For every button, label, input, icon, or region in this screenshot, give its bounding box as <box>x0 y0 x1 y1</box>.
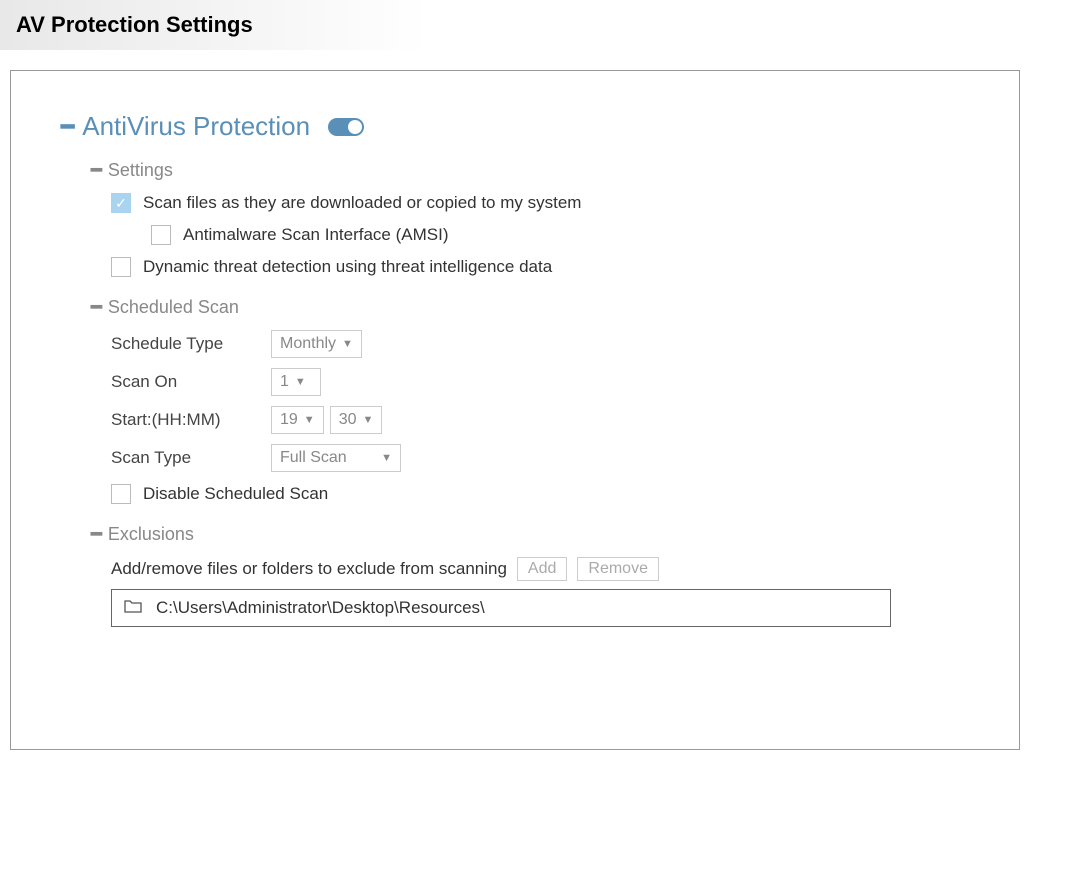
schedule-type-select[interactable]: Monthly ▼ <box>271 330 362 358</box>
settings-panel: ━ AntiVirus Protection ━ Settings ✓ Scan… <box>10 70 1020 750</box>
antivirus-protection-header[interactable]: ━ AntiVirus Protection <box>61 111 969 142</box>
antivirus-toggle[interactable] <box>328 118 364 136</box>
start-time-label: Start:(HH:MM) <box>111 410 271 430</box>
amsi-checkbox[interactable] <box>151 225 171 245</box>
disable-scheduled-row: Disable Scheduled Scan <box>111 484 969 504</box>
add-button[interactable]: Add <box>517 557 567 581</box>
scan-downloaded-checkbox[interactable]: ✓ <box>111 193 131 213</box>
exclusion-path: C:\Users\Administrator\Desktop\Resources… <box>156 598 485 618</box>
exclusion-list[interactable]: C:\Users\Administrator\Desktop\Resources… <box>111 589 891 627</box>
disable-scheduled-checkbox[interactable] <box>111 484 131 504</box>
exclusions-desc-row: Add/remove files or folders to exclude f… <box>111 557 969 581</box>
start-mm-select[interactable]: 30 ▼ <box>330 406 383 434</box>
settings-header[interactable]: ━ Settings <box>91 160 969 181</box>
scan-downloaded-row: ✓ Scan files as they are downloaded or c… <box>111 193 969 213</box>
start-time-row: Start:(HH:MM) 19 ▼ 30 ▼ <box>111 406 969 434</box>
exclusions-title: Exclusions <box>108 524 194 545</box>
page-title: AV Protection Settings <box>0 0 1069 50</box>
chevron-down-icon: ▼ <box>304 414 315 426</box>
folder-icon <box>124 598 142 618</box>
chevron-down-icon: ▼ <box>362 414 373 426</box>
remove-button[interactable]: Remove <box>577 557 659 581</box>
schedule-type-row: Schedule Type Monthly ▼ <box>111 330 969 358</box>
scan-type-select[interactable]: Full Scan ▼ <box>271 444 401 472</box>
scheduled-scan-title: Scheduled Scan <box>108 297 239 318</box>
exclusions-section: ━ Exclusions Add/remove files or folders… <box>91 524 969 627</box>
antivirus-protection-title: AntiVirus Protection <box>82 111 310 142</box>
start-hh-value: 19 <box>280 411 298 429</box>
schedule-type-label: Schedule Type <box>111 334 271 354</box>
scan-downloaded-label: Scan files as they are downloaded or cop… <box>143 193 581 213</box>
chevron-down-icon: ▼ <box>381 452 392 464</box>
scheduled-scan-header[interactable]: ━ Scheduled Scan <box>91 297 969 318</box>
chevron-down-icon: ▼ <box>295 376 306 388</box>
disable-scheduled-label: Disable Scheduled Scan <box>143 484 328 504</box>
exclusions-header[interactable]: ━ Exclusions <box>91 524 969 545</box>
chevron-down-icon: ▼ <box>342 338 353 350</box>
exclusions-desc: Add/remove files or folders to exclude f… <box>111 559 507 579</box>
scan-on-row: Scan On 1 ▼ <box>111 368 969 396</box>
collapse-icon: ━ <box>91 160 102 181</box>
scan-on-select[interactable]: 1 ▼ <box>271 368 321 396</box>
amsi-row: Antimalware Scan Interface (AMSI) <box>151 225 969 245</box>
start-mm-value: 30 <box>339 411 357 429</box>
scan-on-value: 1 <box>280 373 289 391</box>
schedule-type-value: Monthly <box>280 335 336 353</box>
collapse-icon: ━ <box>91 297 102 318</box>
scan-type-row: Scan Type Full Scan ▼ <box>111 444 969 472</box>
scheduled-scan-section: ━ Scheduled Scan Schedule Type Monthly ▼… <box>91 297 969 504</box>
dynamic-threat-row: Dynamic threat detection using threat in… <box>111 257 969 277</box>
settings-title: Settings <box>108 160 173 181</box>
amsi-label: Antimalware Scan Interface (AMSI) <box>183 225 448 245</box>
settings-section: ━ Settings ✓ Scan files as they are down… <box>91 160 969 277</box>
collapse-icon: ━ <box>91 524 102 545</box>
dynamic-threat-label: Dynamic threat detection using threat in… <box>143 257 552 277</box>
scan-type-value: Full Scan <box>280 449 347 467</box>
scan-on-label: Scan On <box>111 372 271 392</box>
collapse-icon: ━ <box>61 116 74 138</box>
dynamic-threat-checkbox[interactable] <box>111 257 131 277</box>
scan-type-label: Scan Type <box>111 448 271 468</box>
start-hh-select[interactable]: 19 ▼ <box>271 406 324 434</box>
